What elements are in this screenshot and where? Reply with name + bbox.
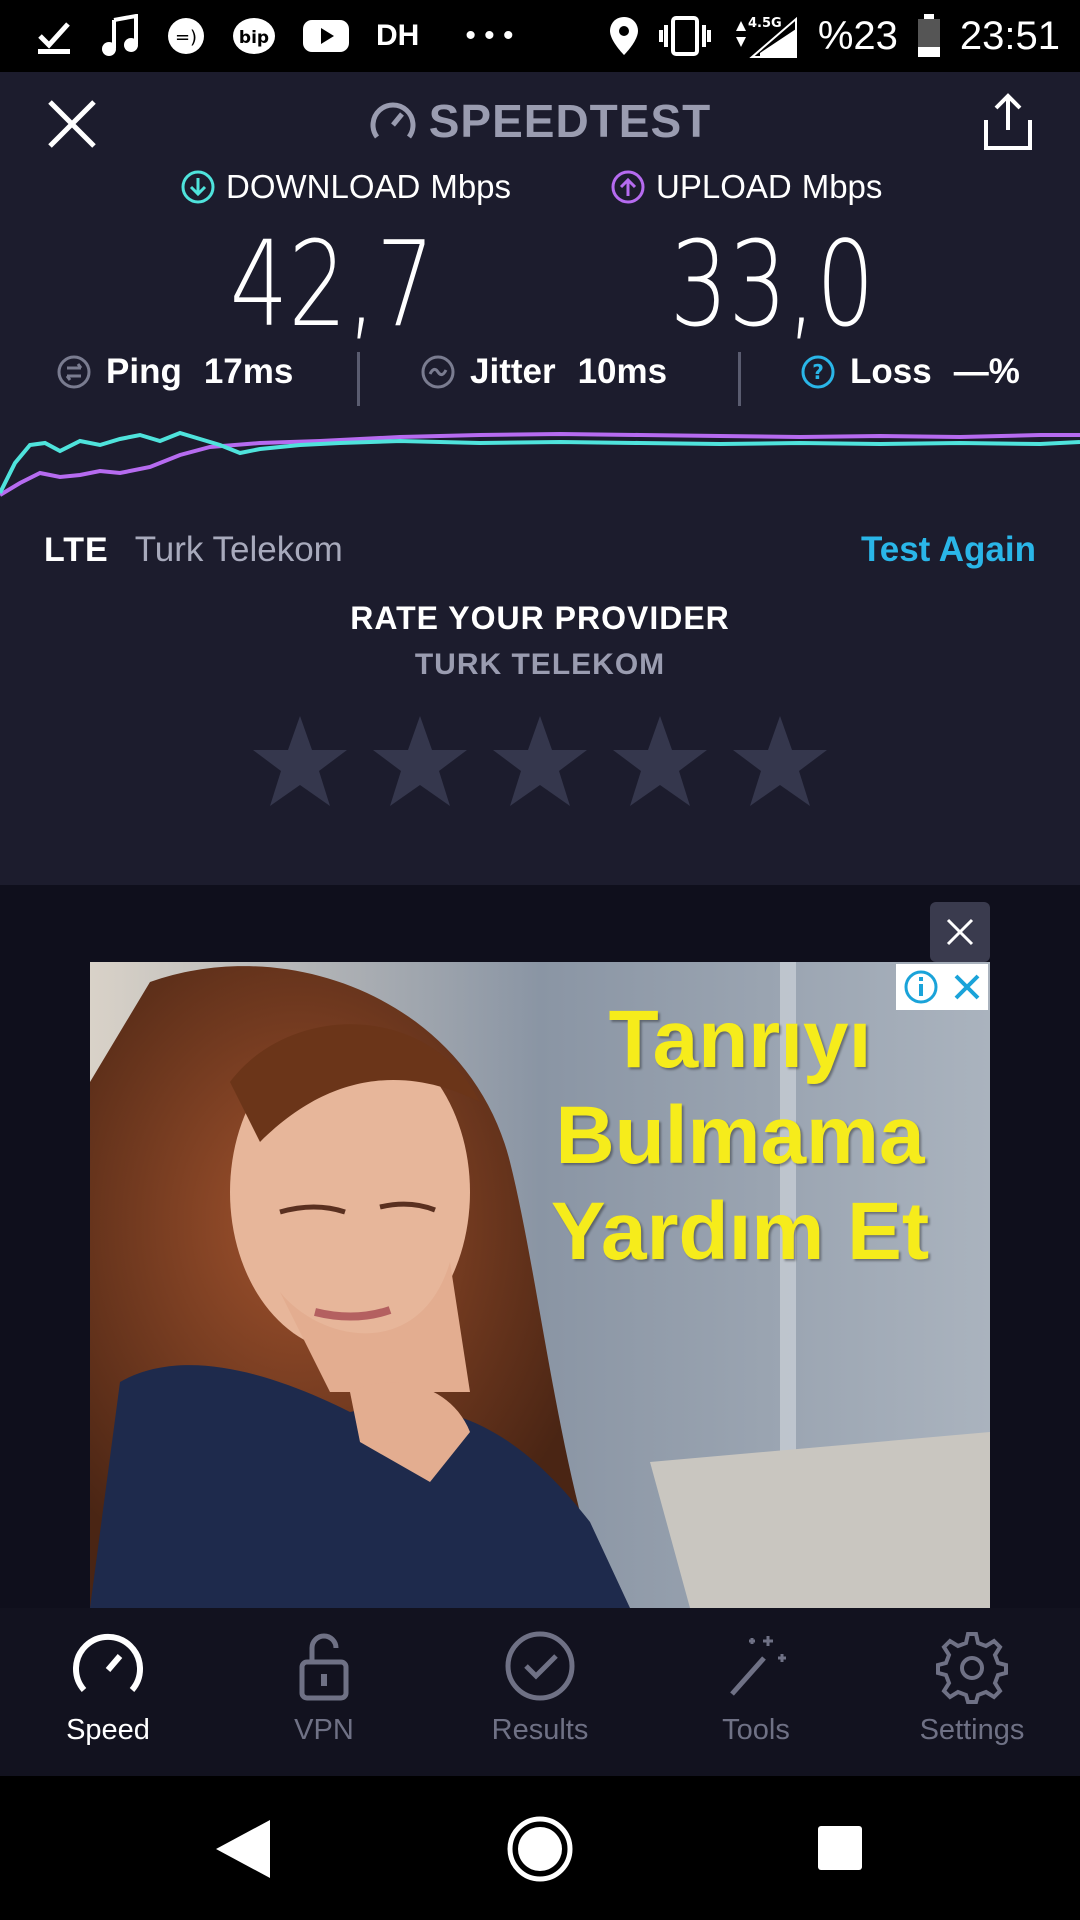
ping-icon — [57, 355, 91, 389]
star-2-icon[interactable] — [370, 712, 470, 812]
bottom-tab-bar: Speed VPN Results Tools Settings — [0, 1608, 1080, 1776]
star-4-icon[interactable] — [610, 712, 710, 812]
star-5-icon[interactable] — [730, 712, 830, 812]
ad-headline-line: Yardım Et — [550, 1186, 930, 1277]
divider — [738, 352, 741, 406]
speed-gauge-icon — [73, 1633, 143, 1692]
home-icon[interactable] — [505, 1814, 575, 1884]
rate-provider-title: RATE YOUR PROVIDER — [350, 600, 730, 636]
jitter-icon — [421, 355, 455, 389]
ping-stat: Ping 17ms — [56, 352, 293, 392]
divider — [357, 352, 360, 406]
ad-info-icon[interactable] — [903, 969, 939, 1005]
svg-text:=): =) — [175, 27, 197, 48]
tab-label: VPN — [294, 1714, 354, 1746]
clock: 23:51 — [959, 13, 1060, 58]
connection-type: LTE — [44, 530, 109, 569]
upload-arrow-icon — [611, 170, 645, 204]
download-arrow-icon — [181, 170, 215, 204]
tab-label: Settings — [919, 1714, 1025, 1746]
gear-icon — [936, 1632, 1008, 1704]
app-header: SPEEDTEST — [0, 72, 1080, 170]
tab-label: Results — [491, 1714, 589, 1746]
back-icon[interactable] — [210, 1816, 280, 1882]
svg-text:?: ? — [812, 360, 824, 384]
star-1-icon[interactable] — [250, 712, 350, 812]
download-value: 42,7 — [229, 215, 435, 353]
tab-settings[interactable]: Settings — [864, 1608, 1080, 1776]
checkmark-download-icon — [38, 22, 70, 54]
music-note-icon — [102, 14, 138, 56]
jitter-value: 10ms — [577, 352, 668, 391]
ad-headline-line: Bulmama — [555, 1090, 925, 1181]
upload-label-text: UPLOAD — [656, 168, 792, 205]
connection-row: LTE Turk Telekom Test Again — [44, 525, 1036, 575]
tab-vpn[interactable]: VPN — [216, 1608, 432, 1776]
jitter-stat: Jitter 10ms — [420, 352, 667, 392]
download-label: DOWNLOAD Mbps — [180, 168, 511, 206]
star-3-icon[interactable] — [490, 712, 590, 812]
more-notifications-icon: • • • — [465, 19, 514, 52]
battery-percent: %23 — [817, 13, 898, 58]
ad-choices[interactable] — [896, 964, 988, 1010]
tab-speed[interactable]: Speed — [0, 1608, 216, 1776]
download-label-text: DOWNLOAD — [226, 168, 421, 205]
rating-stars — [250, 712, 830, 812]
upload-unit: Mbps — [801, 168, 883, 205]
loss-label: Loss — [850, 352, 932, 391]
loss-stat[interactable]: ? Loss —% — [800, 352, 1020, 392]
recents-icon[interactable] — [816, 1824, 864, 1872]
tab-label: Speed — [66, 1714, 150, 1746]
check-circle-icon — [505, 1631, 575, 1701]
lock-icon — [299, 1633, 349, 1701]
ad-dismiss-icon[interactable] — [952, 972, 982, 1002]
share-icon[interactable] — [980, 92, 1036, 152]
vibrate-icon — [658, 16, 711, 56]
svg-text:4.5G: 4.5G — [748, 16, 782, 31]
tab-label: Tools — [722, 1714, 790, 1746]
tab-tools[interactable]: Tools — [648, 1608, 864, 1776]
magic-wand-icon — [730, 1636, 786, 1696]
youtube-icon — [303, 20, 349, 52]
test-again-button[interactable]: Test Again — [861, 530, 1036, 570]
jitter-label: Jitter — [470, 352, 556, 391]
ad-headline: Tanrıyı Bulmama Yardım Et — [510, 992, 970, 1280]
tab-results[interactable]: Results — [432, 1608, 648, 1776]
app-title: SPEEDTEST — [0, 94, 1080, 148]
svg-text:bip: bip — [239, 28, 269, 48]
ping-value: 17ms — [203, 352, 294, 391]
ad-close-icon[interactable] — [930, 902, 990, 962]
bip-app-icon: bip — [233, 18, 275, 54]
ping-label: Ping — [106, 352, 182, 391]
signal-icon: 4.5G — [735, 16, 797, 58]
status-bar: =) bip DH • • • 4.5G %23 23:51 — [0, 0, 1080, 72]
upload-value: 33,0 — [669, 215, 875, 353]
speed-graph — [0, 430, 1080, 497]
provider-name: Turk Telekom — [134, 530, 343, 569]
carrier-label: DH — [376, 19, 420, 52]
help-icon[interactable]: ? — [800, 354, 836, 390]
system-nav-bar — [0, 1776, 1080, 1920]
app-title-text: SPEEDTEST — [428, 95, 712, 147]
rate-provider-name: TURK TELEKOM — [414, 648, 666, 681]
ad-banner[interactable]: Tanrıyı Bulmama Yardım Et — [90, 962, 990, 1608]
location-pin-icon — [609, 17, 638, 55]
battery-icon — [917, 14, 940, 57]
loss-value: —% — [953, 352, 1020, 391]
speedtest-gauge-icon — [370, 102, 416, 139]
upload-label: UPLOAD Mbps — [610, 168, 882, 206]
messenger-app-icon: =) — [168, 18, 204, 54]
download-unit: Mbps — [430, 168, 512, 205]
